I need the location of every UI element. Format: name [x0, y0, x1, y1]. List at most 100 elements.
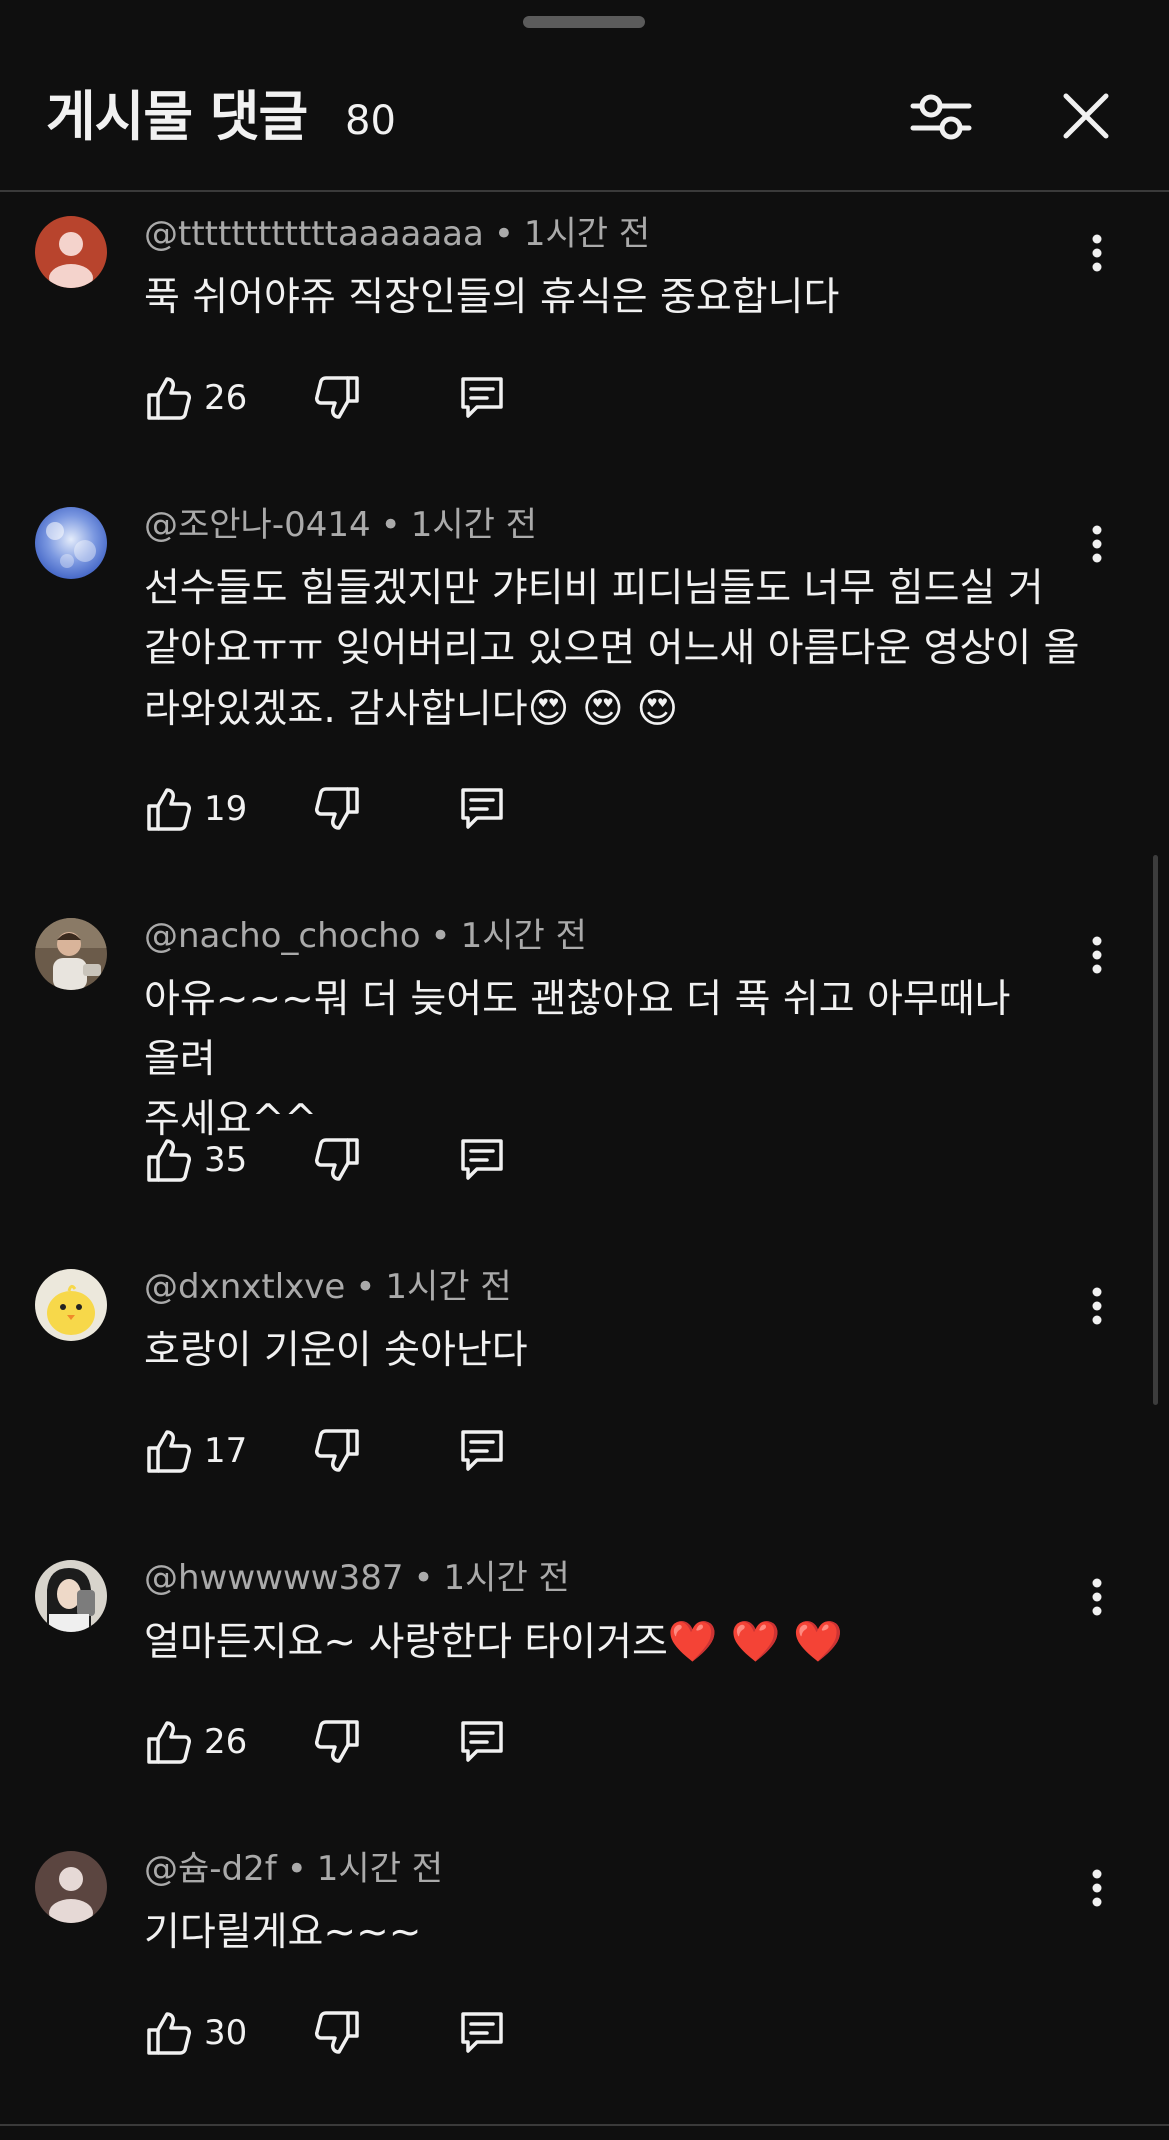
comment-meta: @슘-d2f • 1시간 전 [144, 1849, 443, 1889]
comment-time: 1시간 전 [443, 1558, 570, 1598]
reply-button[interactable] [453, 780, 511, 838]
like-count: 17 [204, 1431, 248, 1471]
heart-eyes-emoji: 😍 😍 😍 [527, 686, 679, 732]
meta-separator: • [430, 916, 451, 956]
comment-time: 1시간 전 [523, 214, 651, 254]
user-photo-icon [35, 1560, 107, 1632]
page-title: 게시물 댓글 [46, 85, 308, 148]
like-button[interactable] [140, 780, 198, 838]
scrollbar[interactable] [1153, 855, 1158, 1405]
like-count: 30 [204, 2013, 248, 2053]
comment-bubble-icon [461, 1139, 503, 1180]
more-vert-icon [1092, 1578, 1102, 1616]
dislike-button[interactable] [308, 2004, 366, 2062]
comment-text-line: 주세요^^ [144, 1097, 317, 1142]
comment-text: 아유~~~뭐 더 늦어도 괜찮아요 더 푹 쉬고 아무때나 올려 주세요^^ [144, 970, 1094, 1150]
user-photo-icon [35, 918, 107, 990]
comment-author[interactable]: @nacho_chocho [144, 916, 421, 956]
avatar[interactable] [35, 1851, 107, 1923]
comment-text: 기다릴게요~~~ [144, 1903, 1094, 1963]
bottom-divider [0, 2124, 1169, 2126]
thumbs-down-icon [315, 2011, 359, 2054]
meta-separator: • [380, 505, 401, 545]
meta-separator: • [286, 1849, 307, 1889]
dislike-button[interactable] [308, 1422, 366, 1480]
sliders-icon [910, 94, 972, 140]
close-icon [1063, 93, 1109, 139]
comment-bubble-icon [461, 1430, 503, 1471]
avatar[interactable] [35, 1560, 107, 1632]
comment-author[interactable]: @조안나-0414 [144, 505, 371, 545]
thumbs-up-icon [147, 788, 191, 831]
more-vert-icon [1092, 525, 1102, 563]
comment-meta: @조안나-0414 • 1시간 전 [144, 505, 537, 545]
thumbs-up-icon [147, 1721, 191, 1764]
avatar[interactable] [35, 918, 107, 990]
comment-count: 80 [345, 98, 396, 144]
reply-button[interactable] [453, 2004, 511, 2062]
avatar[interactable] [35, 507, 107, 579]
thumbs-down-icon [315, 1429, 359, 1472]
comment-author[interactable]: @ttttttttttttaaaaaaa [144, 214, 484, 254]
comment-author[interactable]: @hwwwww387 [144, 1558, 403, 1598]
like-count: 26 [204, 1722, 248, 1762]
thumbs-up-icon [147, 377, 191, 420]
dislike-button[interactable] [308, 1131, 366, 1189]
comment-meta: @nacho_chocho • 1시간 전 [144, 916, 587, 956]
close-button[interactable] [1046, 80, 1126, 152]
reply-button[interactable] [453, 1422, 511, 1480]
comment-bubble-icon [461, 377, 503, 418]
more-vert-icon [1092, 936, 1102, 974]
reply-button[interactable] [453, 1713, 511, 1771]
like-button[interactable] [140, 1131, 198, 1189]
comment-text-line: 같아요ㅠㅠ 잊어버리고 있으면 어느새 아름다운 영상이 올 [144, 626, 1080, 671]
comment-text-line: 라와있겠죠. 감사합니다 [144, 687, 528, 732]
avatar[interactable] [35, 216, 107, 288]
comment-text-line: 푹 쉬어야쥬 직장인들의 휴식은 중요합니다 [144, 275, 840, 320]
more-vert-icon [1092, 1869, 1102, 1907]
dislike-button[interactable] [308, 1713, 366, 1771]
comment-meta: @hwwwww387 • 1시간 전 [144, 1558, 570, 1598]
thumbs-down-icon [315, 787, 359, 830]
thumbs-down-icon [315, 376, 359, 419]
comment-text-line: 선수들도 힘들겠지만 갸티비 피디님들도 너무 힘드실 거 [144, 566, 1044, 611]
like-button[interactable] [140, 369, 198, 427]
more-vert-icon [1092, 1287, 1102, 1325]
avatar[interactable] [35, 1269, 107, 1341]
comment-meta: @ttttttttttttaaaaaaa • 1시간 전 [144, 214, 650, 254]
comment-text-line: 아유~~~뭐 더 늦어도 괜찮아요 더 푹 쉬고 아무때나 올려 [144, 977, 1011, 1082]
meta-separator: • [493, 214, 514, 254]
comment-time: 1시간 전 [316, 1849, 444, 1889]
reply-button[interactable] [453, 1131, 511, 1189]
comment-time: 1시간 전 [460, 916, 587, 956]
default-avatar-icon [35, 1851, 107, 1923]
comment-bubble-icon [461, 2012, 503, 2053]
comment-author[interactable]: @dxnxtlxve [144, 1267, 345, 1307]
meta-separator: • [413, 1558, 434, 1598]
thumbs-up-icon [147, 1430, 191, 1473]
default-avatar-icon [35, 216, 107, 288]
like-count: 35 [204, 1140, 248, 1180]
comment-time: 1시간 전 [410, 505, 537, 545]
comment-text: 호랑이 기운이 솟아난다 [144, 1321, 1094, 1381]
comment-text: 선수들도 힘들겠지만 갸티비 피디님들도 너무 힘드실 거 같아요ㅠㅠ 잊어버리… [144, 559, 1094, 740]
comment-time: 1시간 전 [385, 1267, 512, 1307]
comment-bubble-icon [461, 1721, 503, 1762]
like-button[interactable] [140, 1713, 198, 1771]
comment-author[interactable]: @슘-d2f [144, 1849, 277, 1889]
reply-button[interactable] [453, 369, 511, 427]
user-photo-icon [35, 507, 107, 579]
dislike-button[interactable] [308, 780, 366, 838]
thumbs-up-icon [147, 1139, 191, 1182]
comment-text: 얼마든지요~ 사랑한다 타이거즈❤️ ❤️ ❤️ [144, 1612, 1094, 1673]
dislike-button[interactable] [308, 369, 366, 427]
chick-avatar-icon [35, 1269, 107, 1341]
comment-text-line: 호랑이 기운이 솟아난다 [144, 1328, 528, 1373]
filter-button[interactable] [900, 80, 982, 152]
comments-header: 게시물 댓글 80 [0, 0, 1169, 190]
thumbs-down-icon [315, 1138, 359, 1181]
header-divider [0, 190, 1169, 192]
comment-text: 푹 쉬어야쥬 직장인들의 휴식은 중요합니다 [144, 268, 1094, 328]
like-button[interactable] [140, 1422, 198, 1480]
like-button[interactable] [140, 2004, 198, 2062]
